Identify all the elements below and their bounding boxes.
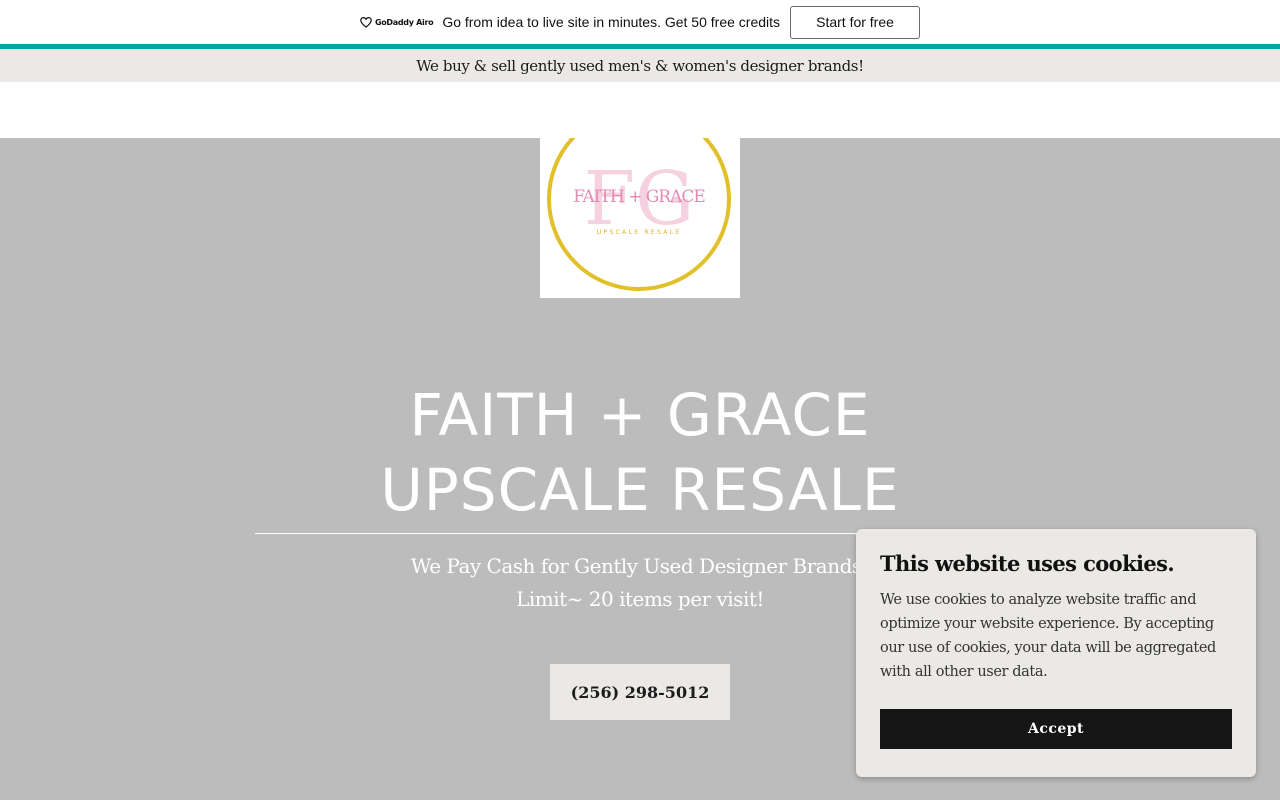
logo-graphic: FG FAITH + GRACE UPSCALE RESALE — [547, 138, 731, 291]
cookie-accept-button[interactable]: Accept — [880, 709, 1232, 749]
header-area — [0, 82, 1280, 138]
promo-bar: GoDaddy Airo Go from idea to live site i… — [0, 0, 1280, 44]
announcement-bar: We buy & sell gently used men's & women'… — [0, 49, 1280, 82]
announcement-text: We buy & sell gently used men's & women'… — [416, 56, 864, 75]
hero-title-line2: UPSCALE RESALE — [380, 456, 900, 524]
godaddy-airo-logo: GoDaddy Airo — [360, 16, 434, 28]
hero-title-line1: FAITH + GRACE — [409, 381, 871, 449]
logo-tagline: UPSCALE RESALE — [597, 228, 682, 236]
cookie-banner: This website uses cookies. We use cookie… — [856, 529, 1256, 777]
cookie-body: We use cookies to analyze website traffi… — [880, 592, 1216, 680]
promo-text: Go from idea to live site in minutes. Ge… — [442, 14, 781, 30]
phone-call-button[interactable]: (256) 298-5012 — [550, 664, 730, 720]
godaddy-airo-wordmark: GoDaddy Airo — [374, 17, 434, 27]
logo-name: FAITH + GRACE — [573, 187, 705, 207]
site-logo[interactable]: FG FAITH + GRACE UPSCALE RESALE — [540, 138, 740, 298]
cookie-title: This website uses cookies. — [880, 551, 1175, 576]
start-for-free-button[interactable]: Start for free — [790, 5, 921, 39]
godaddy-heart-icon — [360, 16, 372, 28]
hero-title: FAITH + GRACE UPSCALE RESALE — [240, 378, 1040, 528]
